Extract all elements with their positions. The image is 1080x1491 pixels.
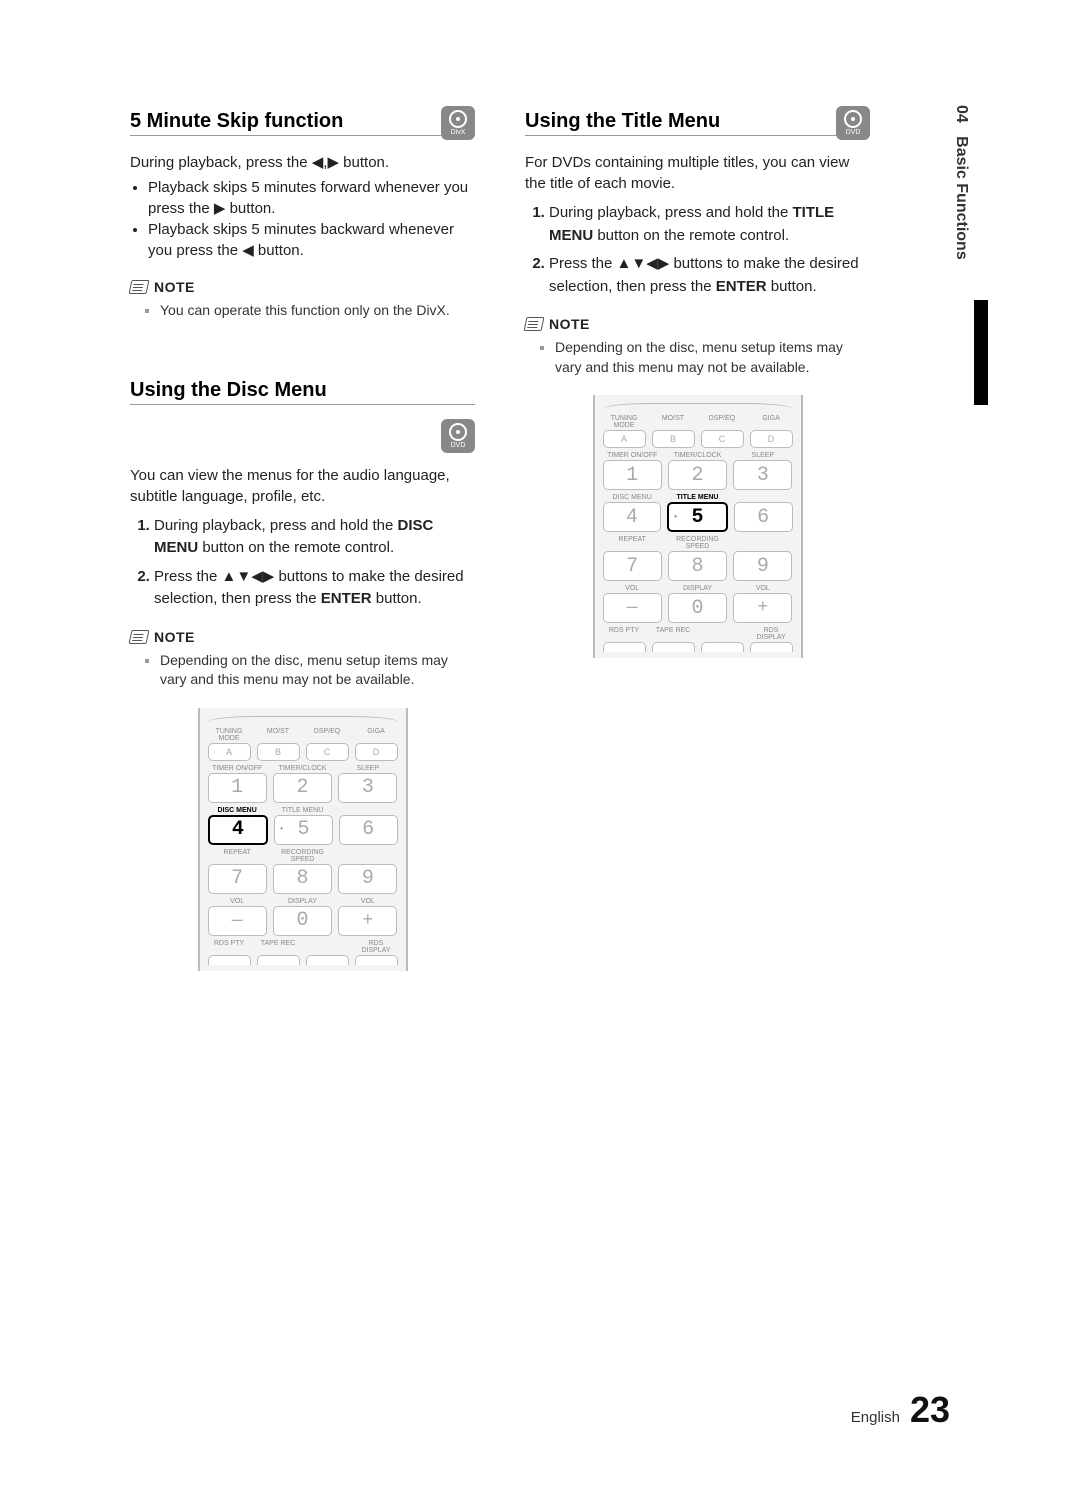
remote-btn-c: C bbox=[306, 743, 349, 761]
remote-diagram-title: TUNING MODE MO/ST DSP/EQ GIGA A B C D TI… bbox=[593, 395, 803, 658]
remote-btn-partial bbox=[701, 642, 744, 652]
note-icon bbox=[129, 280, 150, 294]
note-label: NOTE bbox=[154, 629, 195, 645]
dvd-icon: DVD bbox=[836, 106, 870, 140]
remote-btn-0: 0 bbox=[273, 906, 332, 936]
remote-btn-d: D bbox=[750, 430, 793, 448]
intro-text: During playback, press the ◀,▶ button. bbox=[130, 152, 475, 173]
nav-arrows-icon: ▲▼◀▶ bbox=[617, 253, 670, 276]
remote-btn-partial bbox=[208, 955, 251, 965]
remote-btn-partial bbox=[306, 955, 349, 965]
list-item: Playback skips 5 minutes backward whenev… bbox=[148, 219, 475, 261]
icon-label: DivX bbox=[451, 129, 466, 136]
left-right-arrow-icon: ◀,▶ bbox=[312, 152, 339, 173]
icon-block: DVD bbox=[130, 419, 475, 453]
remote-btn-partial bbox=[355, 955, 398, 965]
remote-btn-a: A bbox=[603, 430, 646, 448]
divx-icon: DivX bbox=[441, 106, 475, 140]
remote-btn-vol-down: — bbox=[208, 906, 267, 936]
note-list: Depending on the disc, menu setup items … bbox=[130, 651, 475, 690]
note-icon bbox=[524, 317, 545, 331]
page-footer: English 23 bbox=[851, 1389, 950, 1431]
remote-btn-partial bbox=[603, 642, 646, 652]
note-label: NOTE bbox=[154, 279, 195, 295]
remote-btn-partial bbox=[652, 642, 695, 652]
remote-btn-d: D bbox=[355, 743, 398, 761]
icon-label: DVD bbox=[846, 129, 861, 136]
remote-btn-vol-up: + bbox=[338, 906, 397, 936]
nav-arrows-icon: ▲▼◀▶ bbox=[222, 566, 275, 589]
step-list: During playback, press and hold the TITL… bbox=[525, 202, 870, 298]
footer-language: English bbox=[851, 1409, 900, 1426]
list-item: During playback, press and hold the TITL… bbox=[549, 202, 870, 247]
page-number: 23 bbox=[910, 1389, 950, 1431]
thumb-tab bbox=[974, 300, 988, 405]
remote-btn-1: 1 bbox=[603, 460, 662, 490]
remote-btn-4-highlighted: 4 bbox=[208, 815, 269, 845]
remote-btn-partial bbox=[257, 955, 300, 965]
chapter-number: 04 bbox=[953, 105, 970, 123]
remote-btn-c: C bbox=[701, 430, 744, 448]
list-item: Depending on the disc, menu setup items … bbox=[555, 338, 870, 377]
list-item: Depending on the disc, menu setup items … bbox=[160, 651, 475, 690]
remote-btn-1: 1 bbox=[208, 773, 267, 803]
remote-btn-a: A bbox=[208, 743, 251, 761]
intro-text: You can view the menus for the audio lan… bbox=[130, 465, 475, 507]
remote-btn-vol-up: + bbox=[733, 593, 792, 623]
note-header: NOTE bbox=[130, 279, 475, 295]
list-item: You can operate this function only on th… bbox=[160, 301, 475, 321]
disc-menu-label: DISC MENU bbox=[208, 805, 267, 815]
remote-btn-8: 8 bbox=[668, 551, 727, 581]
section-header: 5 Minute Skip function DivX bbox=[130, 106, 475, 140]
chapter-title: Basic Functions bbox=[953, 136, 970, 260]
list-item: During playback, press and hold the DISC… bbox=[154, 515, 475, 560]
intro-text: For DVDs containing multiple titles, you… bbox=[525, 152, 870, 194]
note-list: Depending on the disc, menu setup items … bbox=[525, 338, 870, 377]
remote-btn-3: 3 bbox=[733, 460, 792, 490]
bullet-list: Playback skips 5 minutes forward wheneve… bbox=[130, 177, 475, 261]
manual-page: 04 Basic Functions 5 Minute Skip functio… bbox=[0, 0, 1080, 1491]
remote-btn-8: 8 bbox=[273, 864, 332, 894]
note-list: You can operate this function only on th… bbox=[130, 301, 475, 321]
remote-btn-2: 2 bbox=[668, 460, 727, 490]
note-icon bbox=[129, 630, 150, 644]
remote-btn-b: B bbox=[257, 743, 300, 761]
section-title: Using the Disc Menu bbox=[130, 379, 475, 405]
remote-btn-5: 5 bbox=[274, 815, 333, 845]
remote-btn-9: 9 bbox=[733, 551, 792, 581]
dvd-icon: DVD bbox=[441, 419, 475, 453]
list-item: Press the ▲▼◀▶ buttons to make the desir… bbox=[549, 253, 870, 298]
side-tab: 04 Basic Functions bbox=[952, 105, 970, 260]
remote-btn-4: 4 bbox=[603, 502, 662, 532]
remote-btn-0: 0 bbox=[668, 593, 727, 623]
note-header: NOTE bbox=[130, 629, 475, 645]
remote-btn-2: 2 bbox=[273, 773, 332, 803]
content-columns: 5 Minute Skip function DivX During playb… bbox=[130, 100, 970, 971]
remote-btn-7: 7 bbox=[208, 864, 267, 894]
section-header: Using the Title Menu DVD bbox=[525, 106, 870, 140]
remote-btn-partial bbox=[750, 642, 793, 652]
left-column: 5 Minute Skip function DivX During playb… bbox=[130, 100, 475, 971]
title-menu-label: TITLE MENU bbox=[668, 492, 727, 502]
remote-diagram-disc: TUNING MODE MO/ST DSP/EQ GIGA A B C D TI… bbox=[198, 708, 408, 971]
right-column: Using the Title Menu DVD For DVDs contai… bbox=[525, 100, 870, 971]
remote-btn-vol-down: — bbox=[603, 593, 662, 623]
section-title: 5 Minute Skip function bbox=[130, 110, 441, 136]
icon-label: DVD bbox=[451, 442, 466, 449]
remote-btn-6: 6 bbox=[734, 502, 793, 532]
section-title: Using the Title Menu bbox=[525, 110, 836, 136]
list-item: Playback skips 5 minutes forward wheneve… bbox=[148, 177, 475, 219]
remote-btn-5-highlighted: 5 bbox=[667, 502, 728, 532]
step-list: During playback, press and hold the DISC… bbox=[130, 515, 475, 611]
list-item: Press the ▲▼◀▶ buttons to make the desir… bbox=[154, 566, 475, 611]
remote-btn-7: 7 bbox=[603, 551, 662, 581]
remote-btn-b: B bbox=[652, 430, 695, 448]
remote-btn-6: 6 bbox=[339, 815, 398, 845]
note-label: NOTE bbox=[549, 316, 590, 332]
remote-btn-3: 3 bbox=[338, 773, 397, 803]
remote-btn-9: 9 bbox=[338, 864, 397, 894]
note-header: NOTE bbox=[525, 316, 870, 332]
